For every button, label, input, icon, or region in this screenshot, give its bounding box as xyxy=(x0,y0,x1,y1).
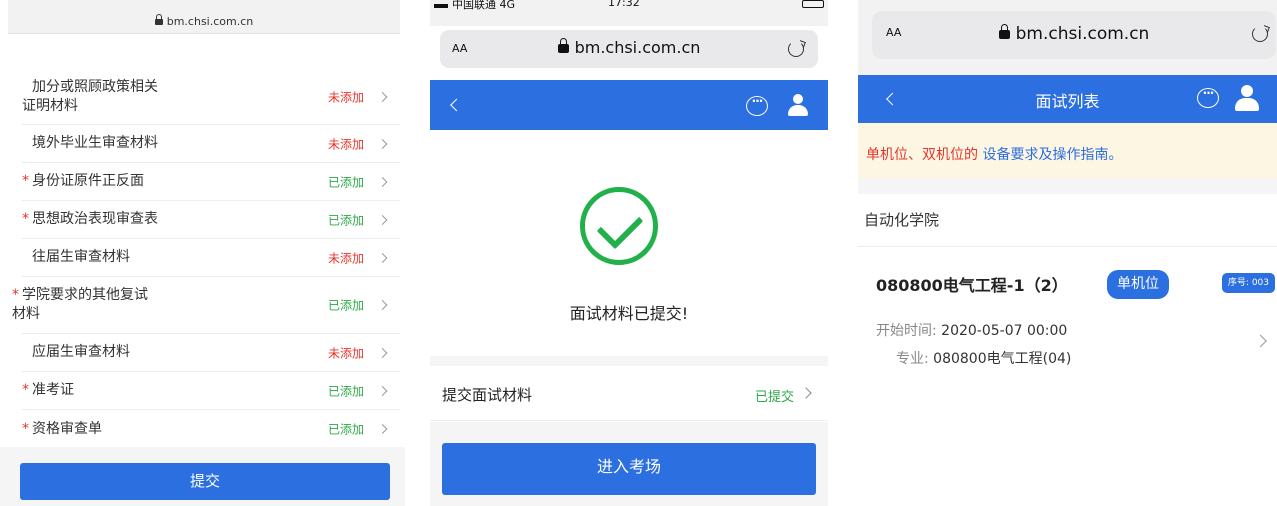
list-item[interactable]: * 准考证 已添加 xyxy=(22,372,400,410)
submit-button[interactable]: 提交 xyxy=(20,463,390,500)
camera-mode-badge: 单机位 xyxy=(1107,270,1169,299)
chevron-right-icon xyxy=(377,300,388,310)
status-badge: 已添加 xyxy=(327,175,364,189)
chat-icon[interactable] xyxy=(1197,86,1219,108)
status-badge: 已添加 xyxy=(327,298,364,313)
list-item[interactable]: * 思想政治表现审查表 已添加 xyxy=(22,201,400,239)
success-check-icon xyxy=(580,187,658,265)
enter-exam-button[interactable]: 进入考场 xyxy=(442,443,816,495)
chevron-right-icon xyxy=(377,92,388,102)
chevron-right-icon xyxy=(377,176,388,187)
school-header: 自动化学院 xyxy=(858,194,1277,247)
item-label: * 身份证原件正反面 xyxy=(22,173,144,189)
divider xyxy=(430,356,828,366)
item-label: * 思想政治表现审查表 xyxy=(22,211,158,227)
nav-bar: 面试列表 xyxy=(858,75,1277,123)
chevron-right-icon xyxy=(377,385,388,396)
item-label: * 资格审查单 xyxy=(22,420,102,437)
address-bar[interactable]: AA bm.chsi.com.cn xyxy=(872,11,1276,59)
url-text: bm.chsi.com.cn xyxy=(166,15,254,28)
status-badge: 已提交 xyxy=(754,390,794,405)
list-item[interactable]: * 资格审查单 已添加 xyxy=(22,410,400,448)
list-item[interactable]: 往届生审查材料 未添加 xyxy=(22,239,400,277)
chevron-right-icon xyxy=(377,214,388,225)
carrier-text: 中国联通 4G xyxy=(452,0,516,11)
browser-chrome: AA bm.chsi.com.cn xyxy=(858,0,1277,75)
lock-icon xyxy=(557,38,569,53)
status-badge: 已添加 xyxy=(327,213,364,227)
address-bar[interactable]: bm.chsi.com.cn xyxy=(8,0,400,34)
item-label: * 学院要求的其他复试 材料 xyxy=(12,287,148,322)
guide-link[interactable]: 设备要求及操作指南。 xyxy=(982,147,1122,163)
required-mark: * xyxy=(12,287,19,303)
interview-code: 080800电气工程-1（2） xyxy=(876,276,1068,295)
chevron-right-icon xyxy=(377,138,388,149)
list-item[interactable]: 加分或照顾政策相关 证明材料 未添加 xyxy=(22,70,400,125)
item-label: * 准考证 xyxy=(22,382,74,398)
url-text: bm.chsi.com.cn xyxy=(1015,24,1150,44)
status-badge: 已添加 xyxy=(327,384,364,398)
start-time: 开始时间: 2020-05-07 00:00 xyxy=(876,323,1068,339)
item-label: 境外毕业生审查材料 xyxy=(32,135,158,151)
status-bar: 中国联通 4G 17:32 xyxy=(430,0,828,26)
status-badge: 未添加 xyxy=(327,251,364,265)
nav-bar xyxy=(430,80,828,130)
required-mark: * xyxy=(22,382,29,398)
row-label: 提交面试材料 xyxy=(442,386,533,404)
item-label: 应届生审查材料 xyxy=(32,344,130,360)
list-item[interactable]: * 学院要求的其他复试 材料 已添加 xyxy=(12,277,400,334)
user-icon[interactable] xyxy=(1234,85,1260,111)
url-text: bm.chsi.com.cn xyxy=(574,38,701,57)
clock-text: 17:32 xyxy=(608,0,640,9)
lock-icon xyxy=(998,24,1010,39)
chevron-right-icon xyxy=(1254,334,1267,348)
signal-icon xyxy=(434,4,448,8)
chevron-right-icon xyxy=(377,252,388,263)
list-item[interactable]: 境外毕业生审查材料 未添加 xyxy=(22,125,400,163)
chat-icon[interactable] xyxy=(746,94,768,116)
chevron-right-icon xyxy=(377,347,388,358)
status-badge: 未添加 xyxy=(327,346,364,360)
required-mark: * xyxy=(22,173,29,189)
list-item[interactable]: 应届生审查材料 未添加 xyxy=(22,334,400,372)
status-badge: 已添加 xyxy=(327,422,364,437)
panel-submit-success: 中国联通 4G 17:32 AA bm.chsi.com.cn 面试材料已提交!… xyxy=(430,0,828,506)
user-icon[interactable] xyxy=(787,94,809,116)
item-label: 往届生审查材料 xyxy=(32,249,130,265)
chevron-right-icon xyxy=(800,387,812,399)
major: 专业: 080800电气工程(04) xyxy=(896,351,1072,367)
panel-materials-list: bm.chsi.com.cn 加分或照顾政策相关 证明材料 未添加 境外毕业生审… xyxy=(0,0,405,506)
success-message: 面试材料已提交! xyxy=(569,304,689,323)
list-item[interactable]: * 身份证原件正反面 已添加 xyxy=(22,163,400,201)
required-mark: * xyxy=(22,420,29,437)
chevron-right-icon xyxy=(377,424,388,434)
panel-interview-list: AA bm.chsi.com.cn 面试列表 单机位、双机位的 设备要求及操作指… xyxy=(858,0,1277,506)
required-mark: * xyxy=(22,211,29,227)
battery-icon xyxy=(802,0,824,8)
sequence-badge: 序号: 003 xyxy=(1221,273,1275,293)
status-badge: 未添加 xyxy=(327,137,364,151)
item-label: 加分或照顾政策相关 证明材料 xyxy=(22,79,158,114)
submit-materials-row[interactable]: 提交面试材料 已提交 xyxy=(430,366,828,421)
back-icon[interactable] xyxy=(450,98,463,112)
school-name: 自动化学院 xyxy=(864,211,940,229)
reload-icon[interactable] xyxy=(1252,26,1268,42)
divider xyxy=(858,178,1277,194)
notice-text: 单机位、双机位的 xyxy=(866,147,978,163)
status-badge: 未添加 xyxy=(327,90,364,105)
interview-card[interactable]: 080800电气工程-1（2） 单机位 序号: 003 开始时间: 2020-0… xyxy=(858,247,1277,387)
address-bar[interactable]: AA bm.chsi.com.cn xyxy=(440,30,818,68)
notice-banner: 单机位、双机位的 设备要求及操作指南。 xyxy=(858,123,1277,178)
materials-list: 加分或照顾政策相关 证明材料 未添加 境外毕业生审查材料 未添加 * 身份证原件正… xyxy=(12,70,400,448)
lock-icon xyxy=(154,14,163,25)
reload-icon[interactable] xyxy=(788,41,804,57)
